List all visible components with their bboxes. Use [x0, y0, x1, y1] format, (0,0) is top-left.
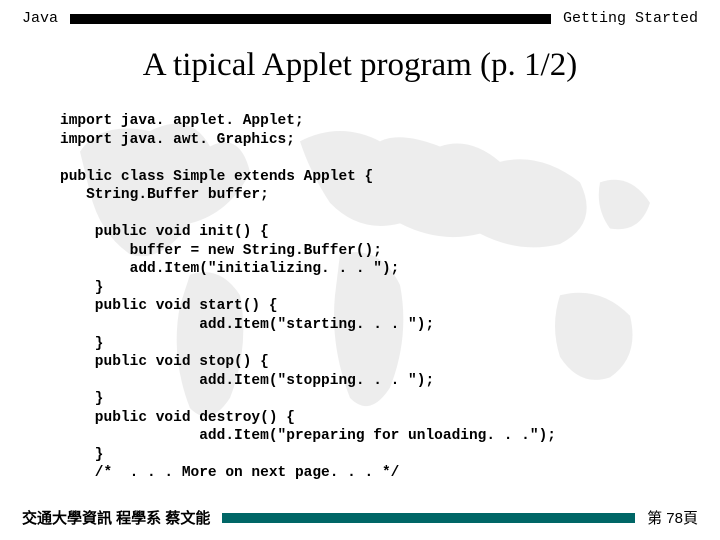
footer-row: 交通大學資訊 程學系 蔡文能 第 78頁 [22, 507, 698, 528]
header-left-label: Java [22, 10, 58, 27]
footer-divider-bar [222, 513, 635, 523]
slide-title: A tipical Applet program (p. 1/2) [0, 47, 720, 84]
header-divider-bar [70, 14, 551, 24]
code-block: import java. applet. Applet; import java… [0, 112, 720, 483]
slide-container: Java Getting Started A tipical Applet pr… [0, 0, 720, 540]
footer-page-number: 第 78頁 [647, 507, 698, 528]
footer-left-label: 交通大學資訊 程學系 蔡文能 [22, 507, 210, 528]
header-row: Java Getting Started [0, 0, 720, 27]
header-right-label: Getting Started [563, 10, 698, 27]
